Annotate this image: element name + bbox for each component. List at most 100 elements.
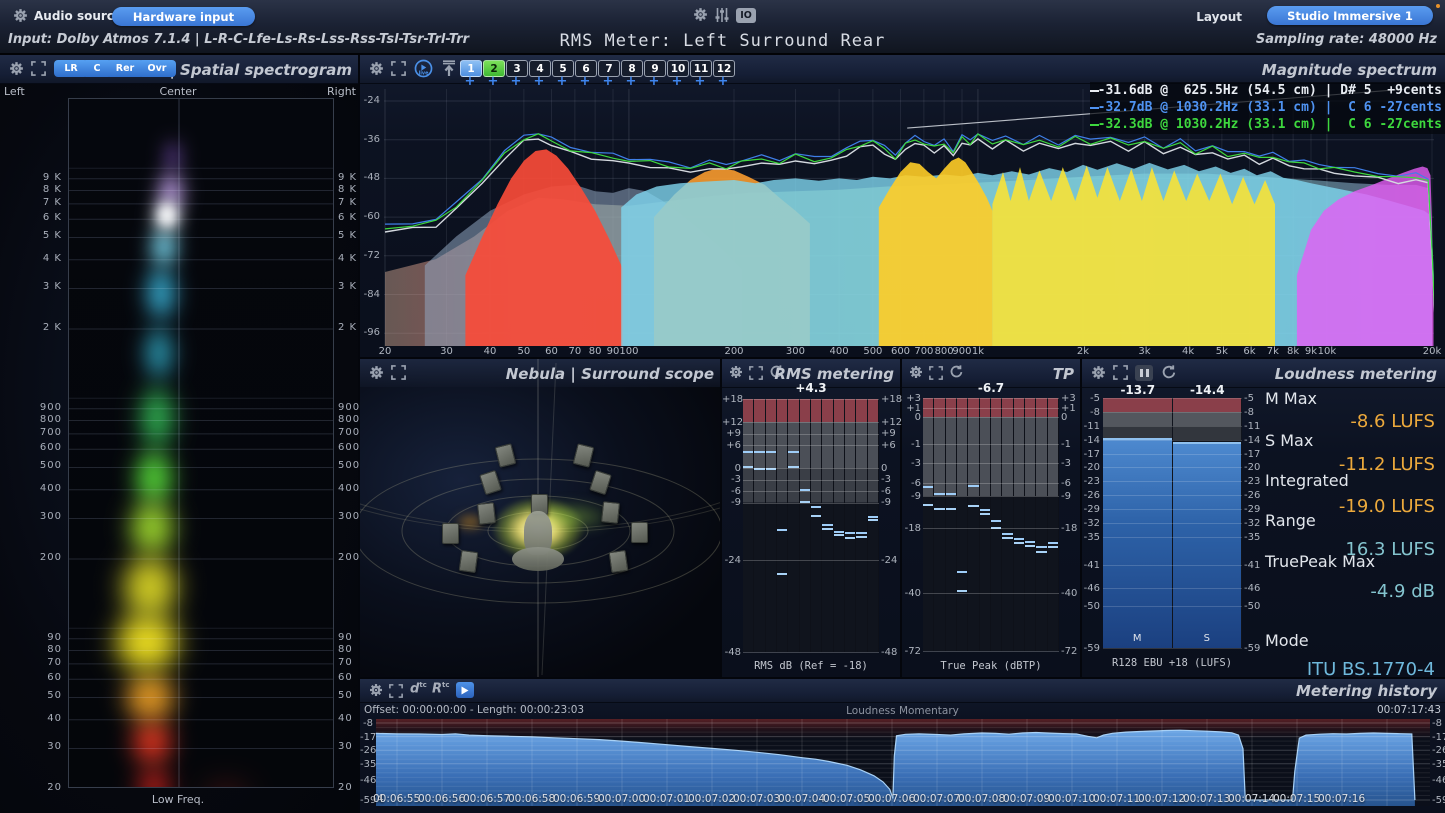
settings-gear-icon[interactable] — [692, 6, 710, 24]
hardware-input-button[interactable]: Hardware input — [112, 7, 255, 26]
loudness-gridline — [1103, 565, 1242, 566]
spatial-panel-header: Nebula | Spatial spectrogram LRCRerOvr — [0, 55, 358, 84]
freq-scale-label: 9 K — [0, 172, 62, 183]
meter-channel-cell — [777, 399, 787, 652]
freq-scale-label: 200 — [720, 346, 748, 357]
stat-label-range: Range — [1265, 511, 1316, 530]
channel-button-ovr[interactable]: Ovr — [138, 60, 176, 77]
meter-gridline — [923, 593, 1059, 594]
meter-channel-cell — [743, 399, 753, 652]
freq-scale-label: 500 — [859, 346, 887, 357]
meter-peak-mark — [1036, 546, 1046, 548]
loudness-gridline — [1103, 588, 1242, 589]
loudness-meter: -13.7-14.4MS-5-5-8-8-11-11-14-14-17-17-2… — [1082, 359, 1445, 677]
meter-scale-label: +6 — [722, 440, 741, 451]
io-icon[interactable]: IO — [736, 8, 756, 23]
meter-scale-label: +12 — [881, 417, 902, 428]
expand-icon[interactable] — [31, 61, 49, 79]
freq-scale-label: 400 — [0, 483, 62, 494]
history-scale-label: -17 — [1432, 732, 1445, 743]
freq-scale-label: 800 — [338, 414, 360, 425]
meter-peak-mark — [856, 532, 866, 534]
loudness-zone — [1173, 412, 1242, 426]
sliders-icon[interactable] — [714, 7, 732, 25]
loudness-scale-label: -11 — [1244, 421, 1260, 432]
layout-preset-button[interactable]: Studio Immersive 1 — [1267, 6, 1433, 25]
magnitude-spectrum-panel: live Magnitude spectrum 1+2+3+4+5+6+7+8+… — [360, 55, 1445, 357]
history-scale-label: -26 — [360, 745, 373, 756]
layout-label: Layout — [1196, 10, 1242, 24]
meter-bar-fill — [845, 537, 855, 652]
meter-peak-mark — [1014, 538, 1024, 540]
loudness-scale-label: -35 — [1244, 532, 1260, 543]
meter-scale-label: -6 — [881, 486, 891, 497]
gear-icon[interactable] — [8, 60, 26, 78]
history-time-label: 00:07:02 — [688, 793, 735, 805]
loudness-scale-label: -50 — [1082, 601, 1100, 612]
freq-scale-label: 30 — [0, 741, 62, 752]
meter-channel-cell — [754, 399, 764, 652]
meter-scale-label: -72 — [1061, 646, 1077, 657]
history-time-label: 00:06:56 — [418, 793, 465, 805]
freq-scale-label: 40 — [338, 713, 353, 724]
freq-scale-label: 4 K — [0, 253, 62, 264]
meter-max-value: +4.3 — [743, 381, 879, 395]
meter-scale-label: -40 — [1061, 588, 1077, 599]
meter-channel-cell — [868, 399, 878, 652]
history-time-label: 00:07:16 — [1318, 793, 1365, 805]
stat-label-mode: Mode — [1265, 631, 1309, 650]
meter-peak-mark — [991, 520, 1001, 522]
history-timeline[interactable]: Offset: 00:00:00:00 - Length: 00:00:23:0… — [360, 679, 1445, 813]
audio-source-gear-icon[interactable] — [12, 7, 30, 25]
meter-area — [923, 398, 1059, 651]
cursor-readout-line: -31.6dB @ 625.5Hz (54.5 cm) | D# 5 +9cen… — [1098, 83, 1442, 98]
meter-bar-fill — [822, 528, 832, 652]
meter-caption: R128 EBU +18 (LUFS) — [1082, 657, 1262, 669]
freq-scale-label: 70 — [0, 657, 62, 668]
speaker-cube — [459, 550, 479, 573]
meter-scale-label: +18 — [881, 394, 902, 405]
meter-gridline — [923, 444, 1059, 445]
spatial-spectrogram-plot[interactable]: LeftCenterRight9 K9 K8 K8 K7 K7 K6 K6 K5… — [0, 83, 358, 813]
axis-label-bottom: Low Freq. — [0, 793, 356, 806]
freq-scale-label: 50 — [338, 690, 353, 701]
freq-scale-label: 600 — [0, 442, 62, 453]
meter-scale-label: -48 — [722, 647, 741, 658]
loudness-scale-label: -17 — [1244, 449, 1260, 460]
loudness-scale-label: -5 — [1082, 393, 1100, 404]
loudness-scale-label: -5 — [1244, 393, 1254, 404]
db-scale-label: -36 — [360, 134, 380, 145]
meter-scale-label: -3 — [902, 458, 921, 469]
meter-gridline — [923, 417, 1059, 418]
freq-scale-label: 7 K — [338, 197, 357, 208]
history-scale-label: -35 — [360, 759, 373, 770]
history-time-label: 00:07:09 — [1003, 793, 1050, 805]
meter-gridline — [743, 560, 879, 561]
loudness-s-value: -14.4 — [1173, 383, 1243, 397]
db-scale-label: -84 — [360, 289, 380, 300]
meter-bar-fill — [957, 590, 967, 651]
loudness-scale-label: -29 — [1244, 504, 1260, 515]
meter-gridline — [743, 503, 879, 504]
freq-scale-label: 500 — [0, 460, 62, 471]
meter-channel-cell — [1025, 398, 1035, 651]
meter-bar-fill — [811, 515, 821, 652]
meter-scale-label: +9 — [881, 428, 896, 439]
meter-channel-cell — [1002, 398, 1012, 651]
loudness-zone — [1173, 426, 1242, 440]
meter-bar-fill — [1036, 551, 1046, 651]
spectrum-plot[interactable]: 1+2+3+4+5+6+7+8+9+10+11+12+-24-36-48-60-… — [360, 55, 1445, 357]
meter-bar-fill — [834, 534, 844, 652]
loudness-gridline — [1103, 537, 1242, 538]
meter-bar-fill — [868, 519, 878, 652]
history-time-label: 00:07:08 — [958, 793, 1005, 805]
loudness-m-value: -13.7 — [1103, 383, 1173, 397]
loudness-scale-label: -41 — [1082, 560, 1100, 571]
meter-peak-mark — [868, 516, 878, 518]
meter-scale-label: -9 — [722, 497, 741, 508]
db-scale-label: -24 — [360, 95, 380, 106]
meter-channel-cell — [968, 398, 978, 651]
freq-scale-label: 3k — [1130, 346, 1158, 357]
rms-metering-panel: RMS metering +4.3+18+18+12+12+9+9+6+600-… — [722, 359, 900, 677]
freq-scale-label: 50 — [0, 690, 62, 701]
